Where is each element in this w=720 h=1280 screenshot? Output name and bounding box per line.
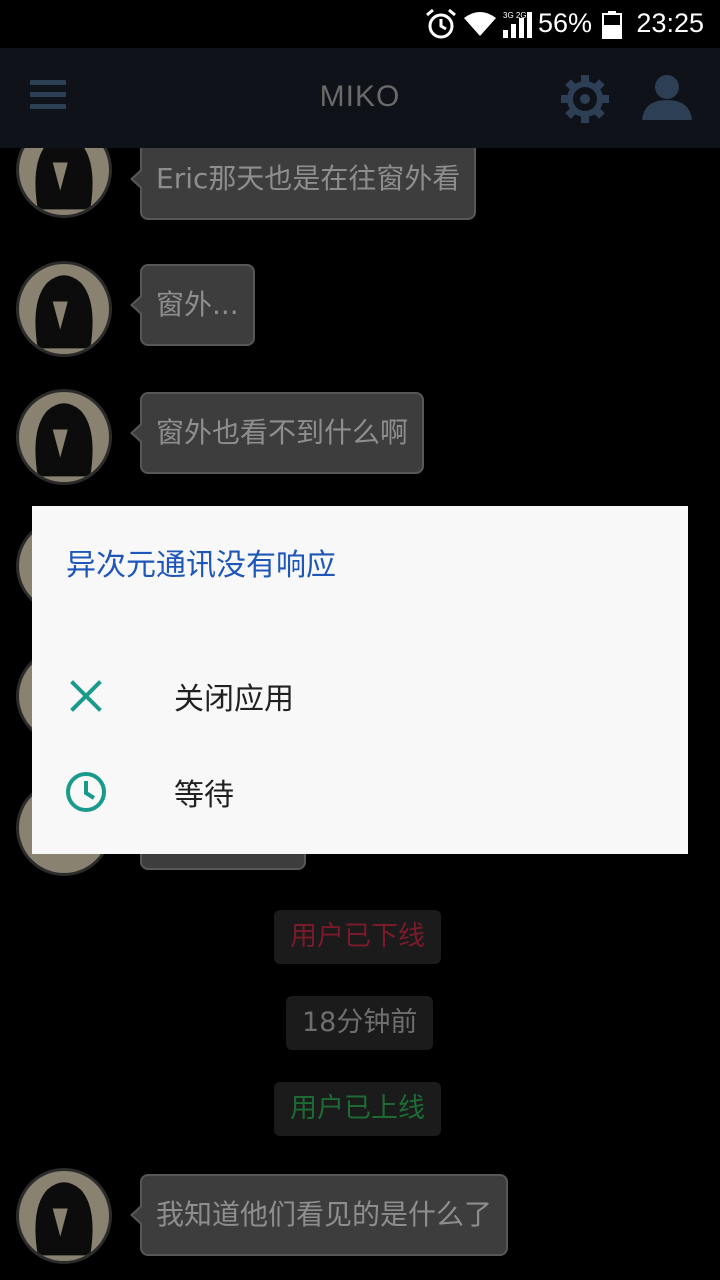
status-offline: 用户已下线 (274, 910, 441, 964)
timestamp-pill: 18分钟前 (286, 996, 434, 1050)
wait-label: 等待 (174, 778, 234, 813)
status-online: 用户已上线 (274, 1082, 441, 1136)
close-app-button[interactable]: 关闭应用 (32, 650, 688, 742)
dialog-title: 异次元通讯没有响应 (66, 548, 336, 583)
avatar[interactable] (16, 389, 112, 485)
message-bubble: 窗外也看不到什么啊 (129, 392, 425, 474)
message-bubble: Eric那天也是在往窗外看 (129, 148, 477, 220)
close-icon (70, 680, 102, 712)
alarm-icon (426, 8, 456, 39)
signal-icon: 3G 2G (503, 11, 532, 38)
message-bubble: 窗外... (130, 264, 255, 346)
battery-percent: 56% (537, 8, 592, 38)
clock: 23:25 (636, 8, 704, 38)
app-bar: MIKO (0, 48, 720, 148)
wait-button[interactable]: 等待 (32, 746, 688, 838)
wifi-icon (464, 12, 496, 36)
avatar[interactable] (16, 148, 112, 218)
message-bubble: 我知道他们看见的是什么了 (129, 1174, 509, 1256)
user-icon[interactable] (640, 74, 694, 120)
not-responding-dialog: 异次元通讯没有响应 关闭应用 等待 (32, 506, 688, 854)
network-label: 3G 2G (503, 11, 527, 20)
clock-icon (66, 772, 106, 812)
gear-icon[interactable] (560, 74, 610, 124)
avatar[interactable] (16, 261, 112, 357)
close-app-label: 关闭应用 (174, 682, 294, 717)
app-title: MIKO (319, 80, 401, 113)
avatar[interactable] (16, 1168, 112, 1264)
status-bar: 3G 2G 56% 23:25 (0, 0, 720, 48)
battery-icon (602, 11, 622, 39)
